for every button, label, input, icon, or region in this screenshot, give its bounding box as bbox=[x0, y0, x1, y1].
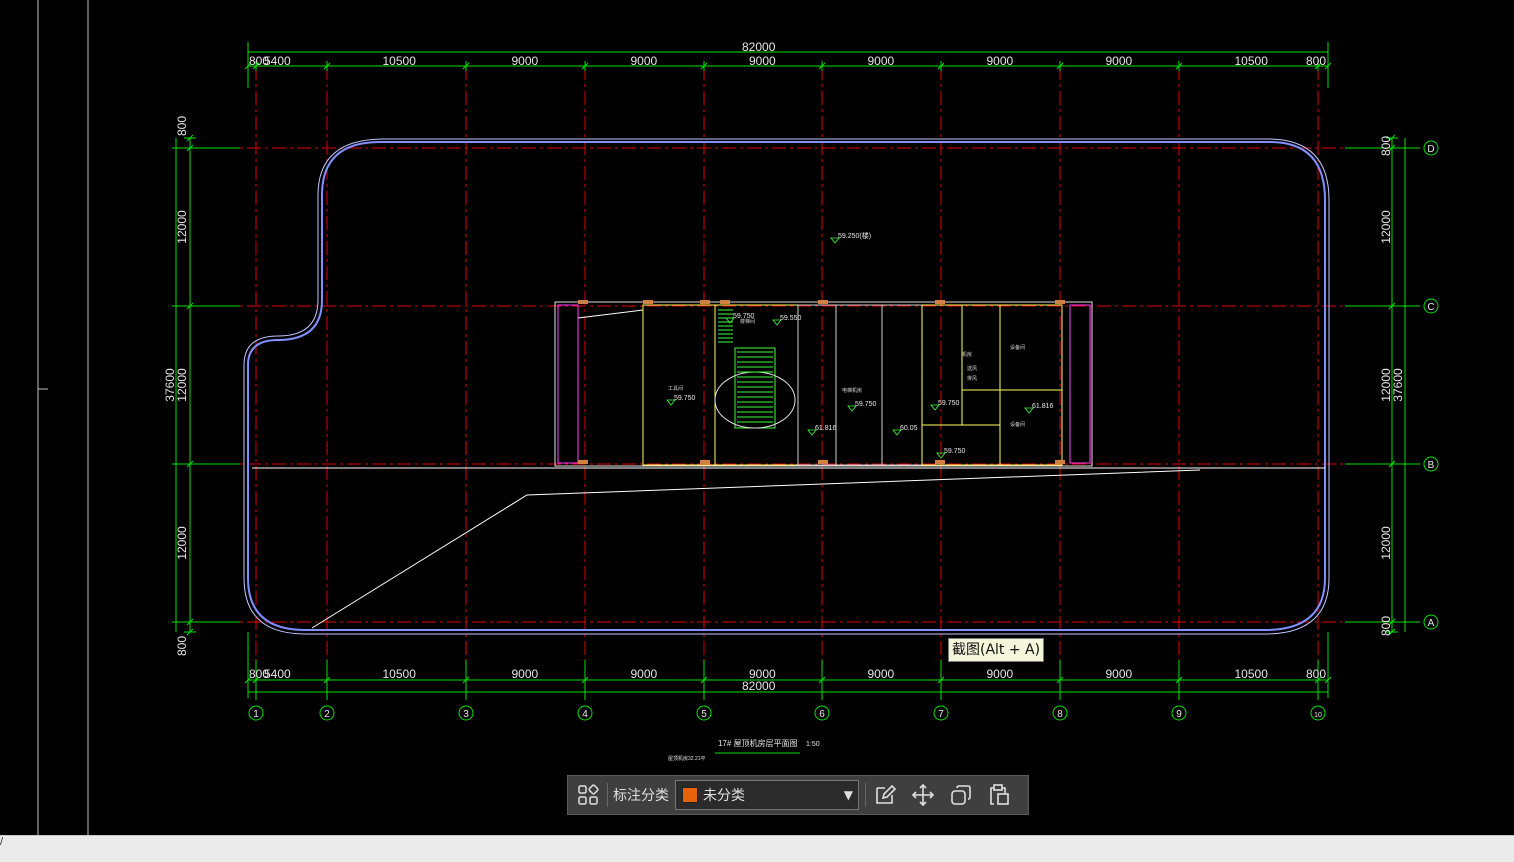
screenshot-tooltip: 截图(Alt + A) bbox=[948, 638, 1045, 662]
dimension-lines bbox=[172, 42, 1420, 700]
plan-title: 17# 屋顶机房层平面图 bbox=[718, 738, 798, 748]
annotation-toolbar: 标注分类 未分类 ▼ bbox=[567, 775, 1029, 815]
paste-icon[interactable] bbox=[983, 779, 1015, 811]
svg-text:工具间: 工具间 bbox=[668, 385, 683, 392]
copy-icon[interactable] bbox=[945, 779, 977, 811]
row-dimension: 800 bbox=[175, 636, 189, 656]
column-dimension: 9000 bbox=[987, 54, 1014, 68]
column-axis-label: 6 bbox=[819, 709, 825, 720]
toolbar-separator bbox=[607, 783, 608, 807]
row-dimension: 800 bbox=[1379, 136, 1393, 156]
column-dimension: 9000 bbox=[987, 667, 1014, 681]
column-dimension: 9000 bbox=[631, 54, 658, 68]
row-dimension: 12000 bbox=[175, 526, 189, 560]
category-color-swatch bbox=[682, 787, 698, 803]
row-axis-label: C bbox=[1427, 302, 1434, 313]
column-dimension: 9000 bbox=[631, 667, 658, 681]
column-dimension: 9000 bbox=[1106, 54, 1133, 68]
column-dimension: 9000 bbox=[512, 54, 539, 68]
column-dimension: 800 bbox=[1306, 667, 1326, 681]
row-dimension: 800 bbox=[1379, 616, 1393, 636]
svg-text:电梯机房: 电梯机房 bbox=[842, 387, 862, 394]
column-dimension: 9000 bbox=[868, 54, 895, 68]
column-axis-label: 8 bbox=[1057, 709, 1063, 720]
column-dimension: 800 bbox=[1306, 54, 1326, 68]
svg-text:59.750: 59.750 bbox=[944, 448, 966, 455]
column-dimension: 10500 bbox=[1235, 54, 1269, 68]
column-total-dimension: 82000 bbox=[742, 40, 776, 54]
plan-subtitle: 屋顶机房32.21平 bbox=[668, 755, 706, 762]
column-axis-label: 10 bbox=[1314, 712, 1322, 719]
column-axis-label: 1 bbox=[253, 709, 259, 720]
row-dimension: 800 bbox=[175, 116, 189, 136]
svg-text:楼梯间: 楼梯间 bbox=[740, 318, 755, 325]
svg-text:59.750: 59.750 bbox=[938, 400, 960, 407]
row-axis-label: D bbox=[1427, 144, 1434, 155]
column-axis-label: 4 bbox=[582, 709, 588, 720]
edit-icon[interactable] bbox=[869, 779, 901, 811]
svg-text:59.550: 59.550 bbox=[780, 315, 802, 322]
move-icon[interactable] bbox=[907, 779, 939, 811]
elevation-texts: 59.250(楼) 59.550 59.750 59.750 59.750 59.750 6… bbox=[666, 231, 1054, 459]
column-axis-label: 3 bbox=[463, 709, 469, 720]
axis-grid bbox=[172, 66, 1420, 700]
row-dimension: 12000 bbox=[175, 368, 189, 402]
column-axis-label: 7 bbox=[938, 709, 944, 720]
column-dimension: 9000 bbox=[1106, 667, 1133, 681]
grid-icon[interactable] bbox=[572, 779, 604, 811]
chevron-down-icon: ▼ bbox=[843, 788, 853, 802]
row-axis-label: B bbox=[1428, 460, 1435, 471]
row-total-dimension-right: 37600 bbox=[1391, 368, 1405, 402]
column-dimension: 10500 bbox=[383, 54, 417, 68]
column-dimension: 5400 bbox=[264, 667, 291, 681]
column-dimension: 5400 bbox=[264, 54, 291, 68]
svg-text:61.816: 61.816 bbox=[815, 425, 837, 432]
column-dimension: 9000 bbox=[868, 667, 895, 681]
svg-text:设备间: 设备间 bbox=[1010, 421, 1025, 428]
building-outline bbox=[247, 141, 1326, 631]
column-dimension: 9000 bbox=[512, 667, 539, 681]
svg-text:59.750: 59.750 bbox=[855, 401, 877, 408]
status-mark: / bbox=[0, 836, 4, 848]
column-total-dimension-bottom: 82000 bbox=[742, 679, 776, 693]
svg-text:59.750: 59.750 bbox=[674, 395, 696, 402]
column-axis-label: 9 bbox=[1176, 709, 1182, 720]
cad-drawing-canvas[interactable]: 59.250(楼) 59.550 59.750 59.750 59.750 59.750 6… bbox=[0, 0, 1514, 835]
svg-text:设备间: 设备间 bbox=[1010, 344, 1025, 351]
row-dimension: 12000 bbox=[175, 210, 189, 244]
category-select[interactable]: 未分类 ▼ bbox=[675, 780, 859, 810]
column-dimension: 10500 bbox=[383, 667, 417, 681]
column-axis-label: 5 bbox=[701, 709, 707, 720]
svg-text:送风: 送风 bbox=[967, 365, 977, 372]
status-bar: / bbox=[0, 835, 1514, 862]
category-label: 标注分类 bbox=[613, 788, 669, 804]
svg-text:59.250(楼): 59.250(楼) bbox=[838, 231, 871, 240]
svg-text:机房: 机房 bbox=[962, 351, 972, 358]
core-room-block bbox=[554, 301, 1093, 467]
row-dimension: 12000 bbox=[1379, 526, 1393, 560]
row-total-dimension: 37600 bbox=[163, 368, 177, 402]
column-axis-label: 2 bbox=[324, 709, 330, 720]
svg-text:61.816: 61.816 bbox=[1032, 403, 1054, 410]
toolbar-separator bbox=[865, 783, 866, 807]
column-dimension: 10500 bbox=[1235, 667, 1269, 681]
category-value: 未分类 bbox=[703, 788, 745, 804]
svg-text:60.05: 60.05 bbox=[900, 425, 918, 432]
svg-text:排风: 排风 bbox=[967, 375, 977, 382]
plan-scale: 1:50 bbox=[806, 741, 820, 748]
row-axis-label: A bbox=[1428, 618, 1435, 629]
column-dimension: 9000 bbox=[749, 54, 776, 68]
row-dimension: 12000 bbox=[1379, 210, 1393, 244]
